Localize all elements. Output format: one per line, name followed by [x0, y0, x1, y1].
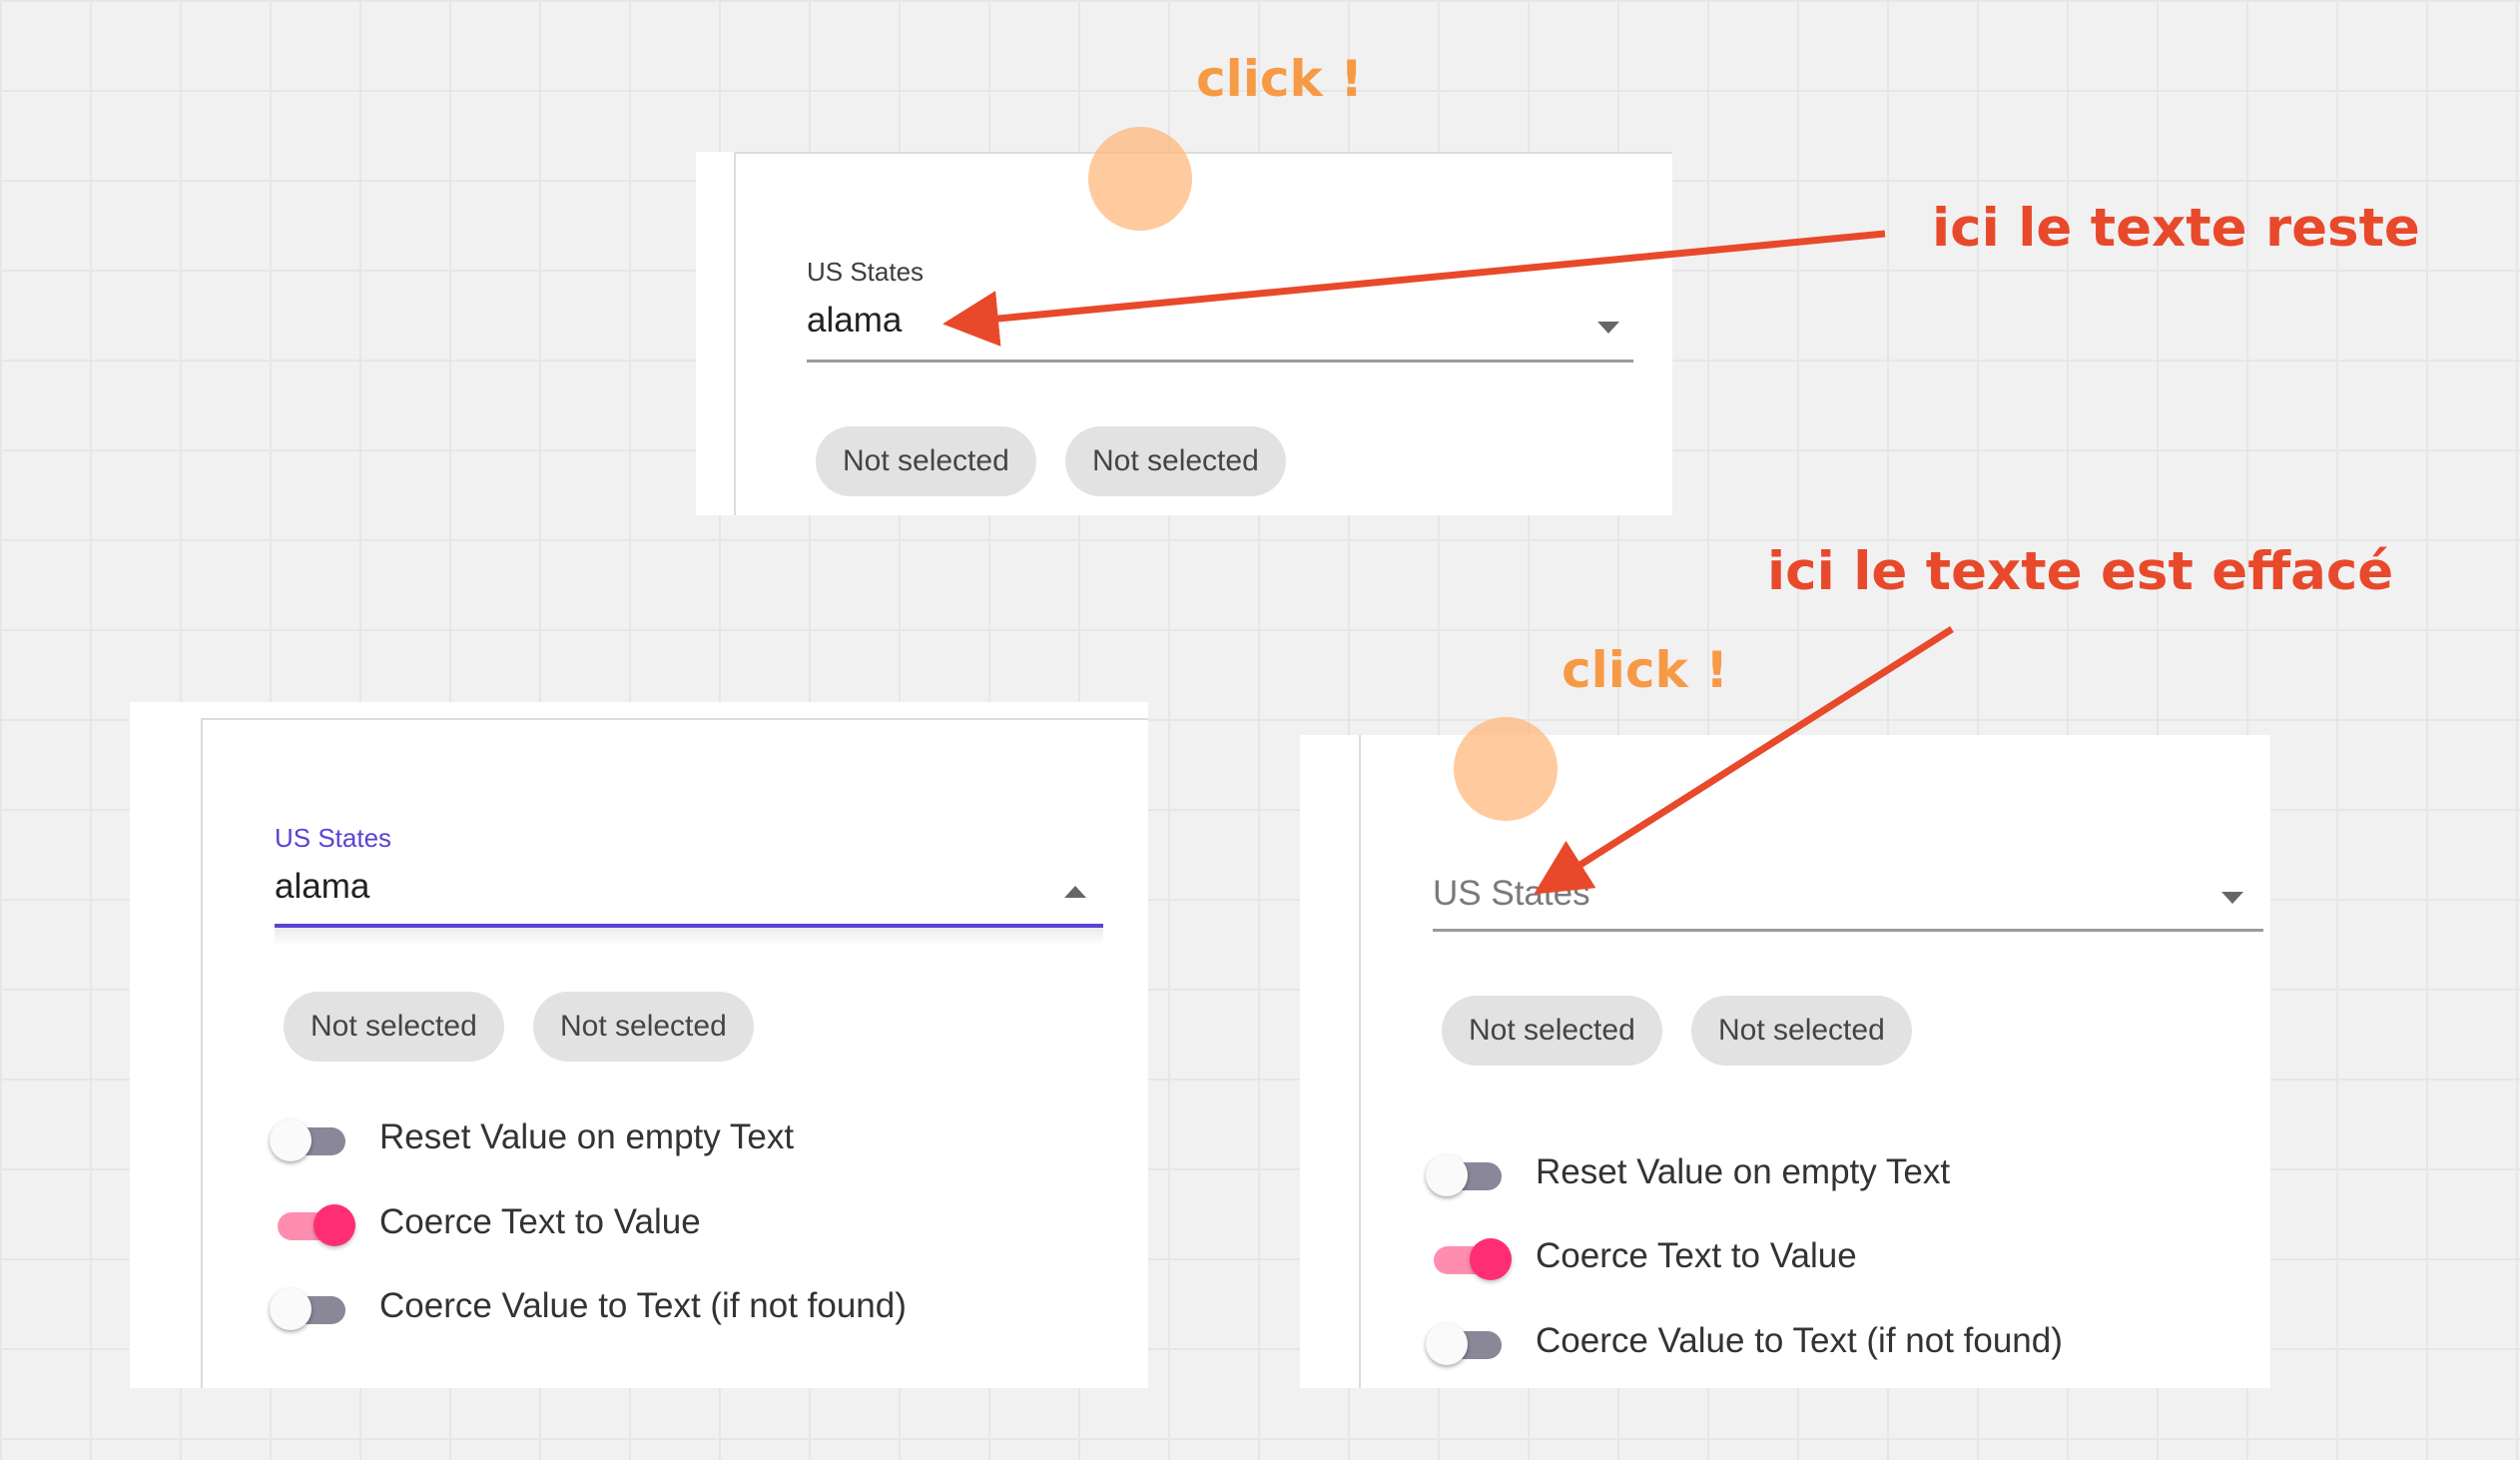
panel-border	[201, 718, 203, 1388]
chip-not-selected[interactable]: Not selected	[1442, 996, 1662, 1066]
click-annotation: click !	[1196, 50, 1364, 108]
toggle-label: Coerce Text to Value	[1536, 1236, 1857, 1275]
bottom-right-panel: US States Not selected Not selected Rese…	[1300, 735, 2270, 1388]
chip-not-selected[interactable]: Not selected	[284, 992, 504, 1062]
toggle-knob[interactable]	[270, 1119, 312, 1161]
panel-top-border	[734, 152, 1672, 154]
panel-border	[1359, 735, 1361, 1388]
click-indicator-icon	[1088, 127, 1192, 231]
chip-not-selected[interactable]: Not selected	[1691, 996, 1912, 1066]
callout-text-erased: ici le texte est effacé	[1767, 541, 2394, 602]
toggle-knob[interactable]	[1470, 1238, 1512, 1280]
us-states-underline	[1433, 929, 2263, 932]
us-states-input[interactable]: alama	[807, 301, 902, 341]
toggle-label: Coerce Text to Value	[379, 1202, 701, 1241]
toggle-knob[interactable]	[314, 1204, 355, 1246]
us-states-input[interactable]: alama	[275, 867, 369, 907]
us-states-label: US States	[807, 257, 925, 287]
click-indicator-icon	[1454, 717, 1558, 821]
callout-text-stays: ici le texte reste	[1932, 198, 2420, 259]
dropdown-arrow-icon[interactable]	[2221, 892, 2243, 904]
toggle-label: Reset Value on empty Text	[1536, 1152, 1951, 1191]
chip-not-selected[interactable]: Not selected	[533, 992, 754, 1062]
dropdown-menu-shadow	[275, 928, 1103, 946]
us-states-label: US States	[275, 823, 392, 853]
us-states-underline	[807, 360, 1633, 363]
click-annotation: click !	[1562, 641, 1729, 699]
toggle-knob[interactable]	[270, 1288, 312, 1330]
chip-not-selected[interactable]: Not selected	[1065, 426, 1286, 496]
chip-not-selected[interactable]: Not selected	[816, 426, 1036, 496]
toggle-knob[interactable]	[1426, 1154, 1468, 1196]
us-states-input[interactable]: US States	[1433, 874, 1590, 914]
toggle-label: Coerce Value to Text (if not found)	[379, 1286, 907, 1325]
panel-border	[734, 152, 736, 515]
panel-top-border	[201, 718, 1148, 720]
dropdown-arrow-icon[interactable]	[1597, 322, 1619, 334]
toggle-knob[interactable]	[1426, 1323, 1468, 1365]
bottom-left-panel: US States alama Not selected Not selecte…	[130, 702, 1148, 1388]
toggle-label: Reset Value on empty Text	[379, 1117, 795, 1156]
dropdown-arrow-up-icon[interactable]	[1064, 886, 1086, 898]
toggle-label: Coerce Value to Text (if not found)	[1536, 1321, 2063, 1360]
